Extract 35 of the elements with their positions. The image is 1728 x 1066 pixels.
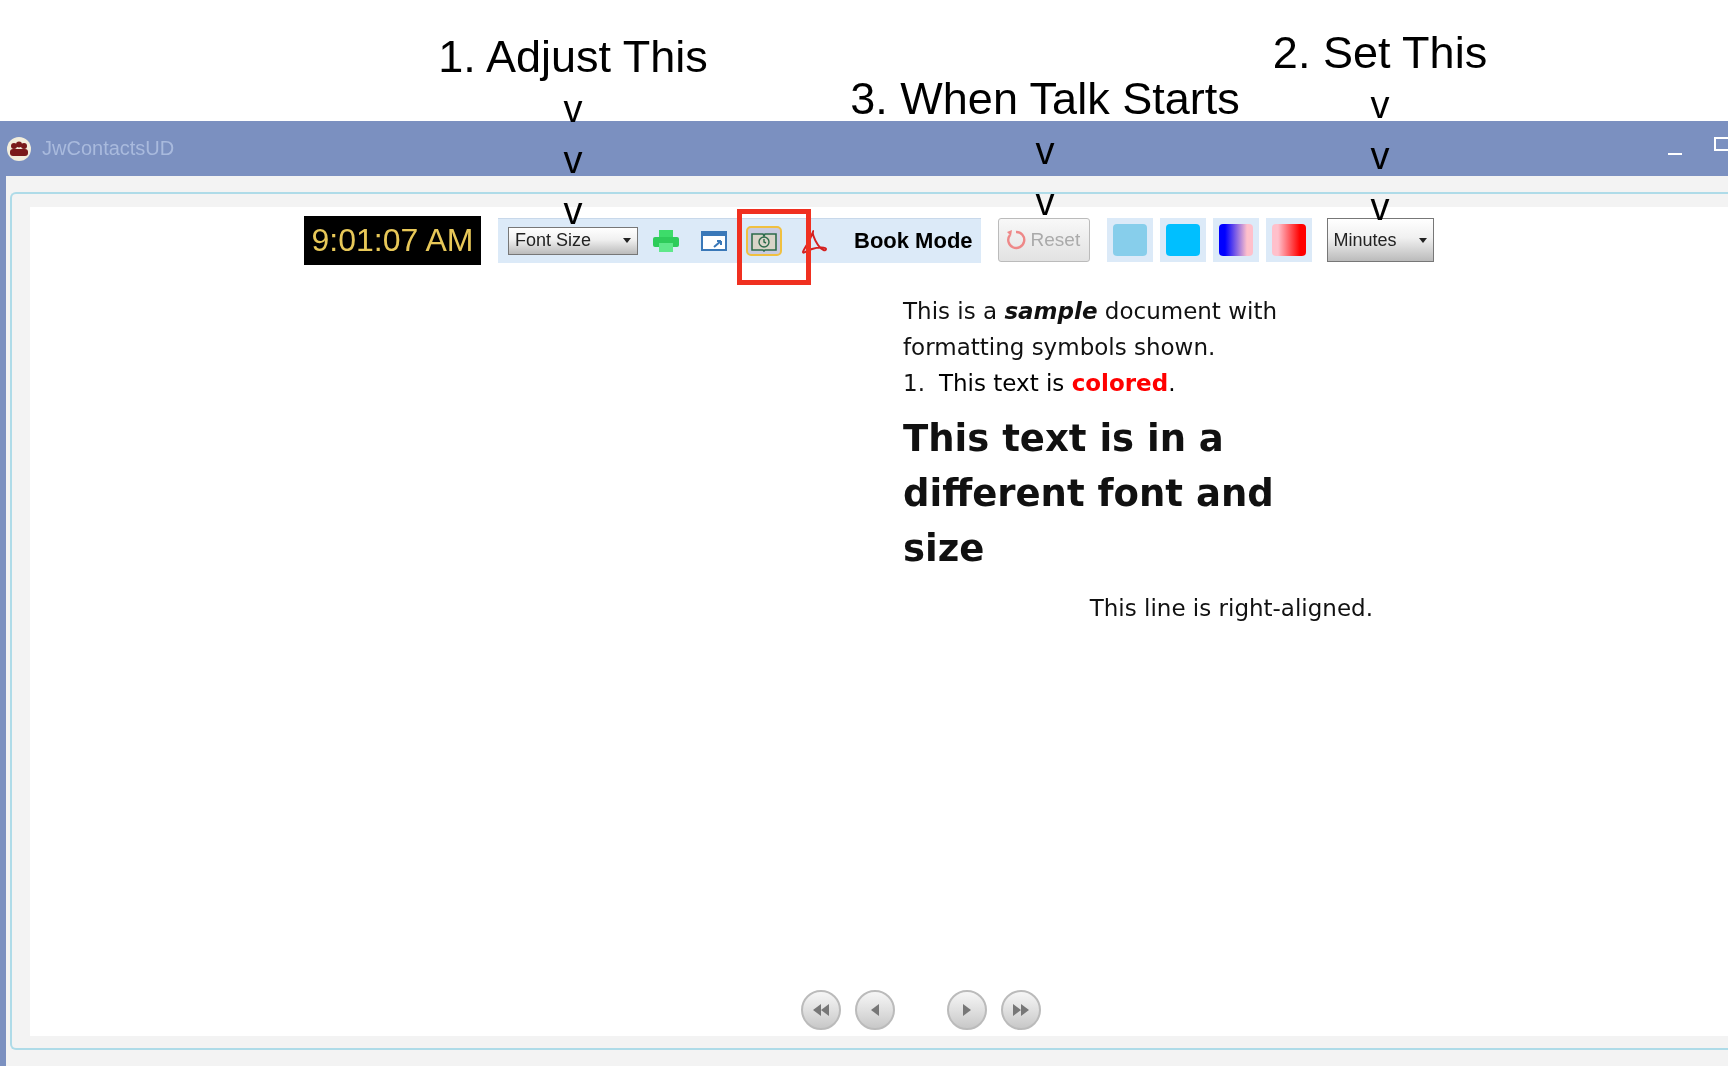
color-swatch-button[interactable] (1212, 218, 1259, 262)
last-page-button[interactable] (1001, 990, 1041, 1030)
caret-icon (623, 238, 631, 243)
annotation-label: 3. When Talk Starts (850, 72, 1240, 126)
document-paragraph: This is a sample document with formatting symbols shown. (903, 297, 1278, 362)
annotation-marker: v (1035, 129, 1055, 174)
people-icon (6, 135, 32, 162)
color-swatch (1112, 224, 1147, 256)
color-swatch-button[interactable] (1265, 218, 1312, 262)
first-page-button[interactable] (801, 990, 841, 1030)
font-size-dropdown[interactable]: Font Size (508, 226, 638, 255)
annotation-marker: v (1370, 83, 1390, 128)
book-mode-label: Book Mode (854, 227, 973, 254)
reset-icon (1004, 229, 1027, 251)
caret-icon (1418, 237, 1427, 243)
book-icon[interactable] (746, 225, 782, 256)
right-aligned-line: This line is right-aligned. (1088, 594, 1373, 623)
annotation-marker: v (563, 87, 583, 132)
annotation-marker: v (563, 138, 583, 183)
color-swatch-button[interactable] (1159, 218, 1206, 262)
clock: 9:01:07 AM (304, 215, 481, 265)
list-item-text: This text is colored. (938, 369, 1176, 398)
color-swatch (1271, 224, 1306, 256)
annotation-label: 1. Adjust This (438, 30, 708, 84)
minimize-button[interactable] (1668, 152, 1682, 155)
annotation-marker: v (1370, 134, 1390, 179)
list-number: 1. (903, 369, 925, 398)
maximize-button[interactable] (1714, 136, 1728, 151)
annotation-label: 2. Set This (1272, 26, 1488, 80)
color-swatch-button[interactable] (1106, 218, 1153, 262)
color-swatch (1218, 224, 1253, 256)
document-heading: This text is in a different font and size (903, 416, 1275, 572)
color-swatch (1165, 224, 1200, 256)
next-page-button[interactable] (947, 990, 987, 1030)
previous-page-button[interactable] (855, 990, 895, 1030)
